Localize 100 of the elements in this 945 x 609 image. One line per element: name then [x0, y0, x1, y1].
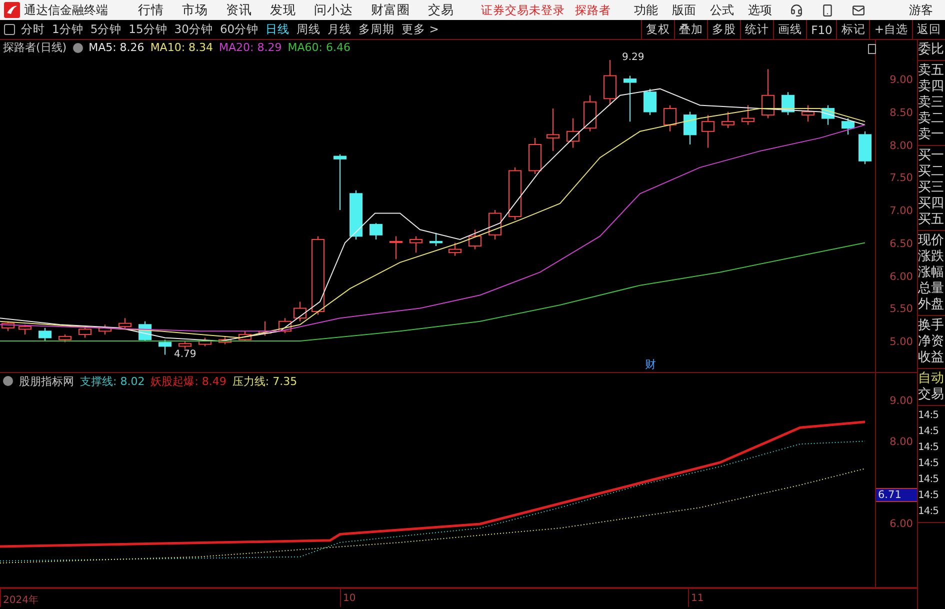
quote-label: 买五	[918, 212, 945, 228]
period-tab[interactable]: 1分钟	[52, 22, 84, 37]
headset-icon[interactable]	[790, 4, 803, 16]
candlestick	[802, 104, 814, 122]
candlestick	[294, 301, 306, 322]
indicator-tick: 9.00	[890, 395, 913, 407]
candlestick	[604, 60, 616, 106]
quote-label: 外盘	[918, 297, 945, 313]
toggle-icon[interactable]	[72, 42, 83, 52]
indicator-value: 压力线: 7.35	[232, 374, 298, 388]
toolbar-button[interactable]: F10	[806, 20, 836, 39]
panel-icon[interactable]	[868, 44, 876, 54]
price-tick: 6.50	[890, 238, 913, 250]
candlestick	[624, 75, 636, 122]
quote-label: 14:5	[918, 473, 940, 487]
candlestick	[742, 104, 754, 126]
menu-item[interactable]: 市场	[182, 2, 208, 18]
quote-label: 14:5	[918, 425, 940, 439]
menu-item[interactable]: 交易	[428, 2, 454, 18]
menu-item[interactable]: 资讯	[226, 2, 252, 18]
candlestick	[508, 166, 522, 220]
quote-label: 14:5	[918, 409, 940, 423]
period-tab[interactable]: 更多 >	[402, 22, 439, 37]
toolbar-button[interactable]: 画线	[773, 20, 806, 39]
period-tab[interactable]: 30分钟	[174, 22, 213, 37]
candlestick	[488, 210, 502, 240]
toolbar-button[interactable]: 返回	[912, 20, 945, 39]
period-tab[interactable]: 多周期	[358, 22, 395, 37]
indicator-tick: 6.00	[890, 518, 913, 530]
menu-item[interactable]: 公式	[710, 2, 734, 18]
menu-item[interactable]: 选项	[748, 2, 772, 18]
quote-label: 买三	[918, 180, 945, 196]
period-tab[interactable]: 分时	[21, 22, 45, 37]
user-label[interactable]: 游客	[909, 2, 933, 18]
quote-label: 卖四	[918, 79, 945, 95]
candlestick	[858, 130, 872, 165]
quote-label: 卖三	[918, 95, 945, 111]
menu-item[interactable]: 行情	[138, 2, 164, 18]
candlestick	[762, 68, 774, 119]
quote-label: 14:5	[918, 441, 940, 455]
candlestick	[198, 337, 212, 347]
candlestick	[158, 339, 172, 356]
period-tab[interactable]: 日线	[266, 22, 290, 37]
period-tab[interactable]: 60分钟	[220, 22, 259, 37]
candlestick	[370, 222, 382, 240]
price-tick: 7.50	[890, 172, 913, 184]
quote-label: 现价	[918, 233, 945, 249]
quote-label: 换手	[918, 318, 945, 334]
menu-item[interactable]: 功能	[634, 2, 658, 18]
candlestick	[78, 326, 92, 338]
stock-title: 探路者(日线)	[3, 40, 67, 55]
toolbar-button[interactable]: +自选	[869, 20, 912, 39]
panel-icon[interactable]	[4, 24, 15, 35]
candlestick	[38, 327, 52, 342]
price-tick: 6.00	[890, 270, 913, 282]
candlestick	[448, 242, 462, 256]
menu-item[interactable]: 版面	[672, 2, 696, 18]
quote-label: 净资	[918, 334, 945, 350]
candlestick	[118, 318, 132, 330]
stock-name: 探路者	[575, 2, 611, 18]
menu-item[interactable]: 财富圈	[371, 2, 410, 18]
quote-label: 14:5	[918, 489, 940, 503]
toolbar-button[interactable]: 标记	[836, 20, 870, 39]
period-tab[interactable]: 月线	[328, 22, 352, 37]
quote-label: 委比	[918, 42, 945, 58]
candlestick	[218, 336, 232, 345]
current-value-label: 6.71	[876, 488, 917, 502]
menu-item[interactable]: 发现	[270, 2, 296, 18]
phone-icon[interactable]	[821, 4, 834, 16]
candlestick	[18, 324, 32, 335]
event-marker[interactable]: 财	[645, 357, 656, 372]
quote-label: 14:5	[918, 457, 940, 471]
candlestick	[58, 334, 72, 343]
toolbar-button[interactable]: 多股	[707, 20, 740, 39]
candlestick	[644, 88, 656, 116]
toolbar-button[interactable]: 叠加	[674, 20, 708, 39]
toggle-icon[interactable]	[3, 376, 13, 386]
login-notice[interactable]: 证券交易未登录	[481, 2, 565, 18]
ma-value: MA10: 8.34	[150, 41, 214, 54]
period-tab[interactable]: 5分钟	[90, 22, 122, 37]
quote-label: 自动	[918, 371, 945, 387]
menu-item[interactable]: 问小达	[314, 2, 353, 18]
candlestick	[430, 232, 442, 247]
indicator-value: 支撑线: 8.02	[80, 374, 145, 388]
quote-label: 买四	[918, 196, 945, 212]
quote-label: 买一	[918, 148, 945, 164]
mail-icon[interactable]	[852, 4, 865, 16]
price-tick: 5.00	[890, 336, 913, 348]
candlestick	[546, 108, 560, 152]
quote-label: 涨幅	[918, 265, 945, 281]
toolbar-button[interactable]: 复权	[641, 20, 674, 39]
candlestick	[334, 154, 346, 210]
period-tab[interactable]: 15分钟	[128, 22, 168, 37]
app-name: 通达信金融终端	[24, 2, 108, 18]
ma-value: MA20: 8.29	[219, 41, 282, 54]
toolbar-button[interactable]: 统计	[740, 20, 774, 39]
quote-label: 涨跌	[918, 249, 945, 265]
candlestick	[722, 111, 734, 129]
candlestick	[468, 229, 482, 250]
period-tab[interactable]: 周线	[296, 22, 321, 37]
